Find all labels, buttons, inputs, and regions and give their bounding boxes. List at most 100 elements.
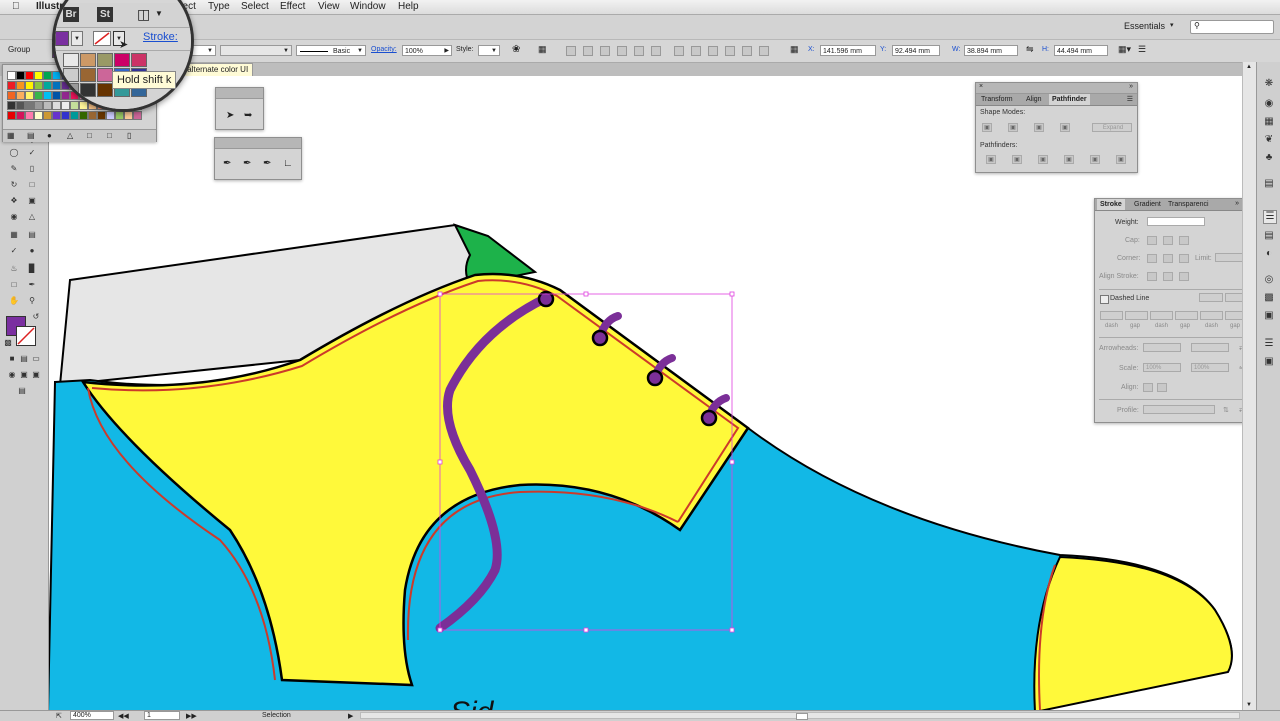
dash-field[interactable] <box>1100 311 1123 320</box>
perspective-grid-tool-icon[interactable]: △ <box>26 212 38 222</box>
pathfinder-panel-icon[interactable]: ▣ <box>1263 310 1275 322</box>
merge-icon[interactable]: ▣ <box>1038 155 1048 164</box>
graphic-style-picker[interactable]: ▼ <box>478 45 500 56</box>
graphic-styles-icon[interactable]: ▤ <box>1263 178 1275 190</box>
swatch-library-icon[interactable]: ▦ <box>7 131 15 140</box>
dash-field[interactable] <box>1200 311 1223 320</box>
layers-panel-icon[interactable]: ☰ <box>1263 338 1275 350</box>
y-position-field[interactable]: 92.494 mm <box>892 45 940 56</box>
color-swatch[interactable] <box>79 111 88 120</box>
trim-icon[interactable]: ▣ <box>1012 155 1022 164</box>
tab-stroke[interactable]: Stroke <box>1097 199 1125 210</box>
menu-type[interactable]: Type <box>208 1 230 12</box>
scale-tool-icon[interactable]: □ <box>26 180 38 190</box>
close-icon[interactable]: × <box>979 83 983 90</box>
magnified-stroke-swatch[interactable] <box>93 31 111 46</box>
menu-view[interactable]: View <box>318 1 340 12</box>
opacity-field[interactable]: 100% ▶ <box>402 45 452 56</box>
ellipse-tool-icon[interactable]: ◯ <box>8 148 20 158</box>
toolbox-stroke-swatch[interactable] <box>16 326 36 346</box>
color-guide-icon[interactable]: ❋ <box>1263 78 1275 90</box>
color-swatch[interactable] <box>115 111 124 120</box>
menu-select[interactable]: Select <box>241 1 269 12</box>
color-swatch[interactable] <box>133 111 142 120</box>
swatches-panel-icon[interactable]: ▦ <box>1263 116 1275 128</box>
artboards-panel-icon[interactable]: ▣ <box>1263 356 1275 368</box>
scroll-up-icon[interactable]: ▲ <box>1246 64 1252 70</box>
color-swatch[interactable] <box>97 111 106 120</box>
color-swatch[interactable] <box>34 111 43 120</box>
status-menu-icon[interactable]: ▶ <box>348 712 353 720</box>
color-swatch[interactable] <box>16 111 25 120</box>
delete-anchor-tool-icon[interactable]: ✒ <box>263 158 271 169</box>
gradient-panel-icon[interactable]: ▤ <box>1263 230 1275 242</box>
artboard-tool-icon[interactable]: □ <box>8 280 20 290</box>
panel-menu-icon[interactable]: ☰ <box>1127 95 1133 103</box>
paintbrush-tool-icon[interactable]: ✓ <box>26 148 38 158</box>
zoom-level-select[interactable]: 400% <box>70 711 114 720</box>
color-swatch[interactable] <box>43 111 52 120</box>
limit-field[interactable] <box>1215 253 1243 262</box>
magnified-stroke-link[interactable]: Stroke: <box>143 31 178 43</box>
end-scale-field[interactable]: 100% <box>1191 363 1229 372</box>
round-cap-icon[interactable] <box>1163 236 1173 245</box>
selection-handle[interactable] <box>729 459 735 465</box>
hand-tool-icon[interactable]: ✋ <box>8 296 20 306</box>
selection-handle[interactable] <box>583 627 589 633</box>
distribute-hcenter-icon[interactable] <box>742 46 752 56</box>
color-swatch[interactable] <box>7 101 16 110</box>
color-swatch[interactable] <box>80 83 96 97</box>
help-search-input[interactable]: ⚲ <box>1190 20 1274 34</box>
color-swatch[interactable] <box>43 81 52 90</box>
shape-builder-tool-icon[interactable]: ◉ <box>8 212 20 222</box>
x-position-field[interactable]: 141.596 mm <box>820 45 876 56</box>
tab-gradient[interactable]: Gradient <box>1131 199 1164 210</box>
selection-handle[interactable] <box>437 291 443 297</box>
color-swatch[interactable] <box>25 71 34 80</box>
color-swatch[interactable] <box>16 91 25 100</box>
bridge-button[interactable]: Br <box>63 7 79 22</box>
menu-help[interactable]: Help <box>398 1 419 12</box>
weight-field[interactable] <box>1147 217 1205 226</box>
swap-fill-stroke-icon[interactable]: ↺ <box>30 312 42 322</box>
selection-handle[interactable] <box>583 291 589 297</box>
color-swatch[interactable] <box>43 71 52 80</box>
expand-button[interactable]: Expand <box>1092 123 1132 132</box>
color-swatch[interactable] <box>16 71 25 80</box>
color-swatch[interactable] <box>97 53 113 67</box>
collapse-icon[interactable]: » <box>1235 200 1239 207</box>
color-swatch[interactable] <box>124 111 133 120</box>
dashed-line-checkbox[interactable] <box>1100 295 1109 304</box>
tab-pathfinder[interactable]: Pathfinder <box>1049 94 1090 105</box>
color-swatch[interactable] <box>16 81 25 90</box>
distribute-right-icon[interactable] <box>759 46 769 56</box>
horizontal-scroll-thumb[interactable] <box>796 713 808 720</box>
stock-button[interactable]: St <box>97 7 113 22</box>
arrow-tip-at-end-icon[interactable] <box>1157 383 1167 392</box>
none-mode-icon[interactable]: ▭ <box>30 354 42 364</box>
apple-icon[interactable]:  <box>12 1 20 12</box>
recolor-artwork-icon[interactable]: ❀ <box>512 44 520 55</box>
gradient-mode-icon[interactable]: ▤ <box>18 354 30 364</box>
color-swatch[interactable] <box>97 83 113 97</box>
align-panel-icon[interactable]: ▩ <box>1263 292 1275 304</box>
minus-front-icon[interactable]: ▣ <box>1008 123 1018 132</box>
arrow-tip-beyond-icon[interactable] <box>1143 383 1153 392</box>
color-group-icon[interactable]: △ <box>67 131 73 140</box>
gap-field[interactable] <box>1175 311 1198 320</box>
distribute-bottom-icon[interactable] <box>708 46 718 56</box>
zoom-tool-icon[interactable]: ⚲ <box>26 296 38 306</box>
profile-select[interactable] <box>1143 405 1215 414</box>
color-swatch[interactable] <box>131 53 147 67</box>
symbol-sprayer-tool-icon[interactable]: ♨ <box>8 264 20 274</box>
slice-tool-icon[interactable]: ✒ <box>26 280 38 290</box>
color-swatch[interactable] <box>43 91 52 100</box>
new-swatch-icon[interactable]: □ <box>107 131 112 140</box>
brush-definition[interactable]: Basic ▼ <box>296 45 366 56</box>
align-hcenter-icon[interactable] <box>583 46 593 56</box>
pencil-tool-icon[interactable]: ✎ <box>8 164 20 174</box>
control-panel-menu-icon[interactable]: ☰ <box>1138 44 1146 55</box>
color-swatch[interactable] <box>63 53 79 67</box>
end-arrowhead-select[interactable] <box>1191 343 1229 352</box>
align-bottom-icon[interactable] <box>651 46 661 56</box>
